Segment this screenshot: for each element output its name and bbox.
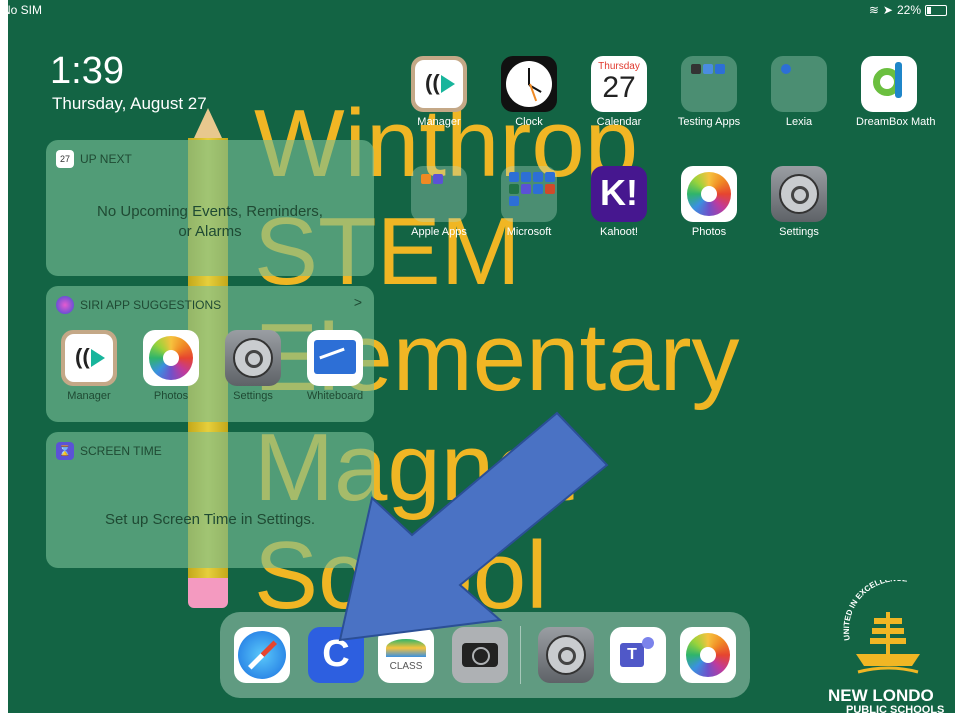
folder-icon — [501, 166, 557, 222]
school-name: NEW LONDO — [828, 686, 934, 705]
app-photos[interactable]: Photos — [676, 166, 742, 238]
school-logo: UNITED IN EXCELLENCE NEW LONDO PUBLIC SC… — [828, 574, 955, 713]
dock-photos[interactable] — [680, 627, 736, 683]
app-settings[interactable]: Settings — [766, 166, 832, 238]
hourglass-icon: ⌛ — [56, 442, 74, 460]
app-kahoot[interactable]: K! Kahoot! — [586, 166, 652, 238]
folder-icon — [411, 166, 467, 222]
siri-suggestions-widget: SIRI APP SUGGESTIONS > (( Manager Photos… — [46, 286, 374, 422]
clock-icon — [501, 56, 557, 112]
suggestion-manager[interactable]: (( Manager — [56, 330, 122, 402]
dock-teams[interactable]: T — [610, 627, 666, 683]
battery-icon — [925, 4, 947, 16]
ship-logo-icon: UNITED IN EXCELLENCE — [842, 574, 920, 674]
settings-icon — [225, 330, 281, 386]
up-next-title: UP NEXT — [80, 152, 132, 166]
home-screen: Winthrop STEM Elementary Magnet School 1… — [8, 0, 955, 713]
folder-icon — [771, 56, 827, 112]
siri-icon — [56, 296, 74, 314]
dock-clever[interactable]: C — [308, 627, 364, 683]
school-subtitle: PUBLIC SCHOOLS — [846, 704, 945, 713]
up-next-widget[interactable]: 27 UP NEXT No Upcoming Events, Reminders… — [46, 140, 374, 276]
clever-icon: C — [322, 633, 350, 675]
lock-date: Thursday, August 27 — [52, 94, 207, 113]
manager-icon: (( — [61, 330, 117, 386]
app-folder-apple-apps[interactable]: Apple Apps — [406, 166, 472, 238]
lock-time: 1:39 — [50, 50, 124, 92]
photos-icon — [681, 166, 737, 222]
up-next-message: No Upcoming Events, Reminders, or Alarms — [97, 203, 323, 240]
siri-title: SIRI APP SUGGESTIONS — [80, 298, 222, 312]
screen-time-widget[interactable]: ⌛ SCREEN TIME Set up Screen Time in Sett… — [46, 432, 374, 568]
siri-chevron-icon[interactable]: > — [354, 294, 362, 310]
app-dreambox-math[interactable]: DreamBox Math — [856, 56, 935, 128]
kahoot-icon: K! — [591, 166, 647, 222]
calendar-icon: Thursday 27 — [591, 56, 647, 112]
location-icon: ➤ — [882, 3, 893, 17]
settings-icon — [771, 166, 827, 222]
dock-safari[interactable] — [234, 627, 290, 683]
dock-settings[interactable] — [538, 627, 594, 683]
suggestion-photos[interactable]: Photos — [138, 330, 204, 402]
manager-icon: (( — [411, 56, 467, 112]
wifi-icon: ≋ — [868, 3, 879, 17]
suggestion-whiteboard[interactable]: Whiteboard — [302, 330, 368, 402]
status-bar: No SIM ≋ ➤ 22% — [0, 0, 955, 18]
dock-camera[interactable] — [452, 627, 508, 683]
screen-time-message: Set up Screen Time in Settings. — [104, 511, 316, 528]
folder-icon — [681, 56, 737, 112]
carrier-label: No SIM — [2, 3, 43, 17]
dock-class[interactable]: CLASS — [378, 627, 434, 683]
suggestion-settings[interactable]: Settings — [220, 330, 286, 402]
class-icon — [386, 639, 426, 657]
app-calendar[interactable]: Thursday 27 Calendar — [586, 56, 652, 128]
app-folder-lexia[interactable]: Lexia — [766, 56, 832, 128]
photos-icon — [143, 330, 199, 386]
screen-time-title: SCREEN TIME — [80, 444, 162, 458]
dock: C CLASS T — [220, 612, 750, 698]
dock-divider — [520, 626, 521, 684]
app-clock[interactable]: Clock — [496, 56, 562, 128]
dreambox-icon — [861, 56, 917, 112]
app-manager[interactable]: (( Manager — [406, 56, 472, 128]
calendar-icon: 27 — [56, 150, 74, 168]
app-folder-testing-apps[interactable]: Testing Apps — [676, 56, 742, 128]
app-folder-microsoft[interactable]: Microsoft — [496, 166, 562, 238]
teams-icon: T — [620, 643, 644, 667]
whiteboard-icon — [307, 330, 363, 386]
battery-percent: 22% — [896, 3, 921, 17]
